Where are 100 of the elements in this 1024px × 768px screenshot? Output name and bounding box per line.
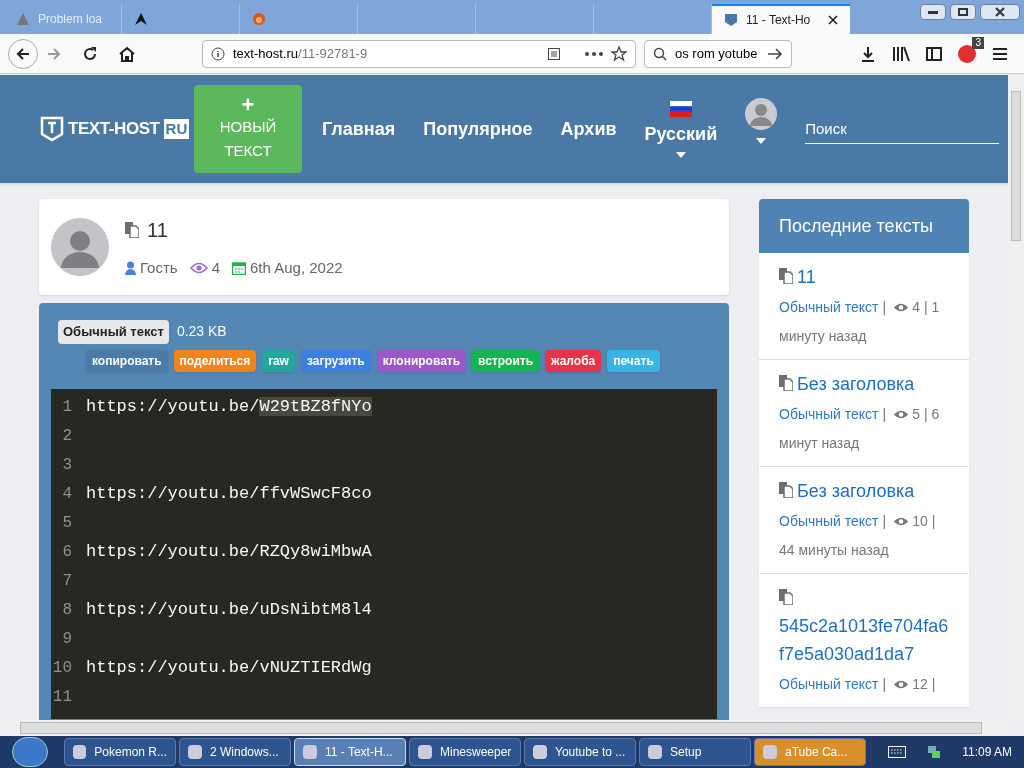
code-line: https://youtu.be/vNUZTIERdWg (86, 657, 372, 680)
new-text-button[interactable]: + НОВЫЙ ТЕКСТ (194, 85, 302, 173)
network-icon[interactable] (926, 744, 943, 760)
logo-suffix[interactable]: RU (163, 119, 190, 139)
sidebar-title: Последние тексты (759, 199, 969, 253)
action-button[interactable]: raw (262, 349, 295, 372)
site-icon (724, 13, 738, 27)
reload-icon[interactable] (82, 45, 98, 62)
recent-text-link[interactable]: Без заголовка (797, 481, 915, 501)
nav-link[interactable]: Популярное (423, 115, 533, 143)
action-button[interactable]: встроить (472, 349, 539, 372)
code-line: https://youtu.be/RZQy8wiMbwA (86, 541, 372, 564)
search-field[interactable]: os rom yotube (644, 39, 792, 68)
forward-icon[interactable] (46, 45, 62, 62)
avatar-icon[interactable] (745, 98, 778, 130)
keyboard-icon[interactable] (888, 746, 907, 758)
calendar-icon (232, 261, 246, 275)
copy-icon (779, 482, 793, 498)
maximize-button[interactable] (950, 4, 976, 20)
horizontal-scrollbar[interactable] (0, 720, 1008, 736)
home-icon[interactable] (118, 45, 136, 62)
caret-icon[interactable] (675, 151, 686, 158)
badge: 3 (972, 36, 984, 49)
action-button[interactable]: жалоба (545, 349, 602, 372)
logo-text[interactable]: TEXT-HOST (68, 116, 160, 142)
type-link[interactable]: Обычный текст (779, 299, 879, 315)
recent-text-link[interactable]: 11 (797, 267, 816, 287)
taskbar-button[interactable]: Pokemon R... (64, 738, 176, 766)
line-number: 4 (61, 484, 73, 505)
star-icon[interactable] (611, 45, 627, 62)
code-line: https://youtu.be/W29tBZ8fNYo (86, 396, 372, 419)
taskbar-button[interactable]: 11 - Text-H... (294, 738, 406, 766)
info-icon[interactable] (211, 46, 225, 61)
taskbar-button[interactable]: 2 Windows... (179, 738, 291, 766)
recent-text-link[interactable]: Без заголовка (797, 374, 915, 394)
minimize-button[interactable] (920, 4, 946, 20)
adblock-icon[interactable] (958, 44, 976, 63)
nav-link[interactable]: Архив (560, 115, 617, 143)
sidebar-icon[interactable] (926, 46, 942, 61)
nav-link[interactable]: Главная (322, 115, 396, 143)
paste-date: 6th Aug, 2022 (250, 257, 343, 278)
line-number: 3 (61, 455, 73, 476)
start-button[interactable] (12, 737, 48, 767)
action-button[interactable]: клонировать (376, 349, 467, 372)
separator: | (882, 299, 887, 315)
search-icon (653, 46, 667, 61)
line-number: 2 (61, 426, 73, 447)
address-bar[interactable]: text-host.ru/11-92781-9 (202, 39, 636, 68)
close-icon[interactable] (828, 15, 838, 25)
more-icon[interactable] (585, 51, 603, 56)
type-link[interactable]: Обычный текст (779, 513, 879, 529)
close-button[interactable] (980, 4, 1020, 20)
copy-icon (125, 221, 139, 238)
line-number: 9 (61, 629, 73, 650)
code-line: https://youtu.be/ffvWSwcF8co (86, 483, 372, 506)
url-text: text-host.ru/11-92781-9 (233, 44, 369, 63)
action-button[interactable]: загрузить (300, 349, 371, 372)
type-link[interactable]: Обычный текст (779, 406, 879, 422)
line-number: 5 (61, 513, 73, 534)
search-field[interactable]: Поиск (805, 114, 1000, 144)
library-icon[interactable] (892, 45, 910, 62)
back-icon (15, 45, 31, 62)
line-number: 7 (61, 571, 73, 592)
action-button[interactable]: печать (607, 349, 660, 372)
eye-icon (893, 409, 910, 420)
caret-icon[interactable] (756, 138, 767, 144)
language-menu[interactable]: Русский (644, 120, 718, 148)
download-icon[interactable] (860, 45, 876, 62)
size-text: 0.23 KB (176, 322, 227, 342)
view-count: 4 (211, 257, 220, 278)
taskbar-button[interactable]: Minesweeper (409, 738, 521, 766)
avatar-icon (51, 218, 109, 276)
taskbar-button[interactable]: Setup (639, 738, 751, 766)
close-icon (995, 7, 1005, 17)
type-link[interactable]: Обычный текст (779, 676, 879, 692)
eye-icon (893, 516, 910, 527)
action-button[interactable]: поделиться (173, 349, 257, 372)
menu-icon[interactable] (992, 46, 1008, 61)
view-count: 10 (912, 513, 928, 529)
reader-icon[interactable] (547, 46, 561, 61)
clock[interactable]: 11:09 AM (962, 743, 1012, 761)
separator: | (931, 513, 936, 529)
line-number: 11 (51, 687, 73, 708)
view-count: 12 (912, 676, 928, 692)
type-label: Обычный текст (58, 320, 169, 344)
action-button[interactable]: копировать (86, 349, 168, 372)
taskbar-button[interactable]: aTube Ca... (754, 738, 866, 766)
age-text: минут назад (779, 435, 860, 451)
vertical-scrollbar[interactable] (1008, 75, 1024, 720)
age-text: 6 (931, 406, 940, 422)
browser-tab[interactable]: 11 - Text-Ho (712, 4, 850, 34)
recent-text-link[interactable]: 545c2a1013fe704fa6f7e5a030ad1da7 (779, 612, 949, 668)
view-count: 5 (912, 406, 920, 422)
line-number: 8 (61, 600, 73, 621)
copy-icon (779, 268, 793, 284)
line-number: 6 (61, 542, 73, 563)
arrow-icon[interactable] (767, 46, 783, 61)
separator: | (923, 406, 928, 422)
taskbar-button[interactable]: Youtube to ... (524, 738, 636, 766)
separator: | (882, 406, 887, 422)
